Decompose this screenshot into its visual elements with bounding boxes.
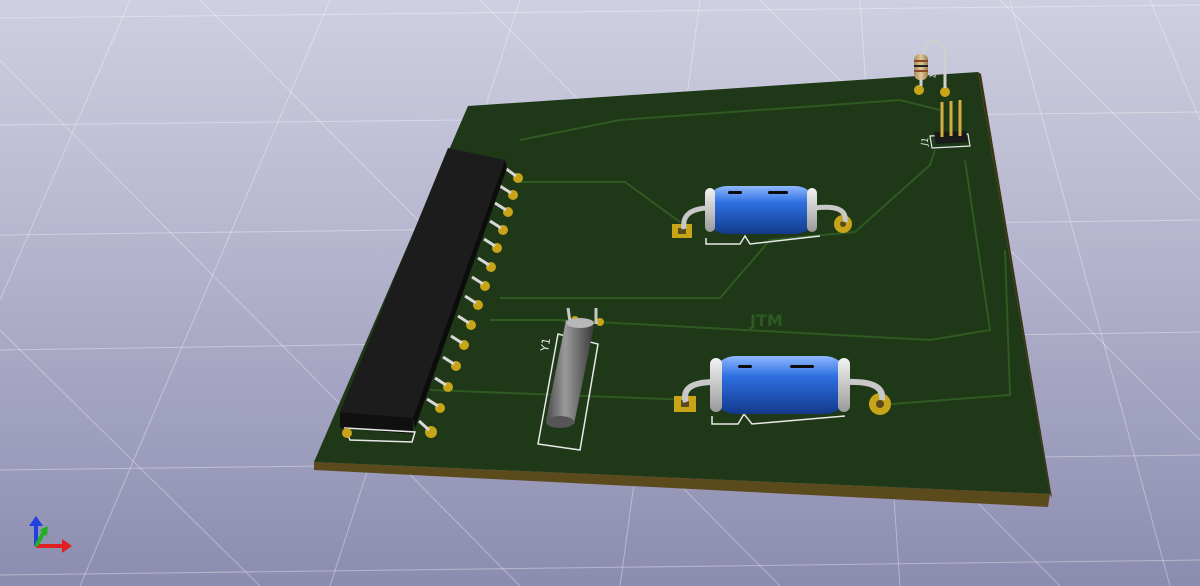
c2-body (710, 356, 850, 414)
r1-reference: 1 (928, 73, 938, 80)
c1-body (705, 186, 817, 234)
j1-reference: J1 (920, 137, 931, 148)
y1-reference: Y1 (538, 337, 553, 354)
xyz-axes-icon (29, 516, 72, 553)
board-text-jtm: JTM (749, 311, 783, 330)
pcb-3d-scene[interactable]: JTM Y1 1 J1 (0, 0, 1200, 586)
3d-viewer-canvas[interactable]: JTM Y1 1 J1 (0, 0, 1200, 586)
